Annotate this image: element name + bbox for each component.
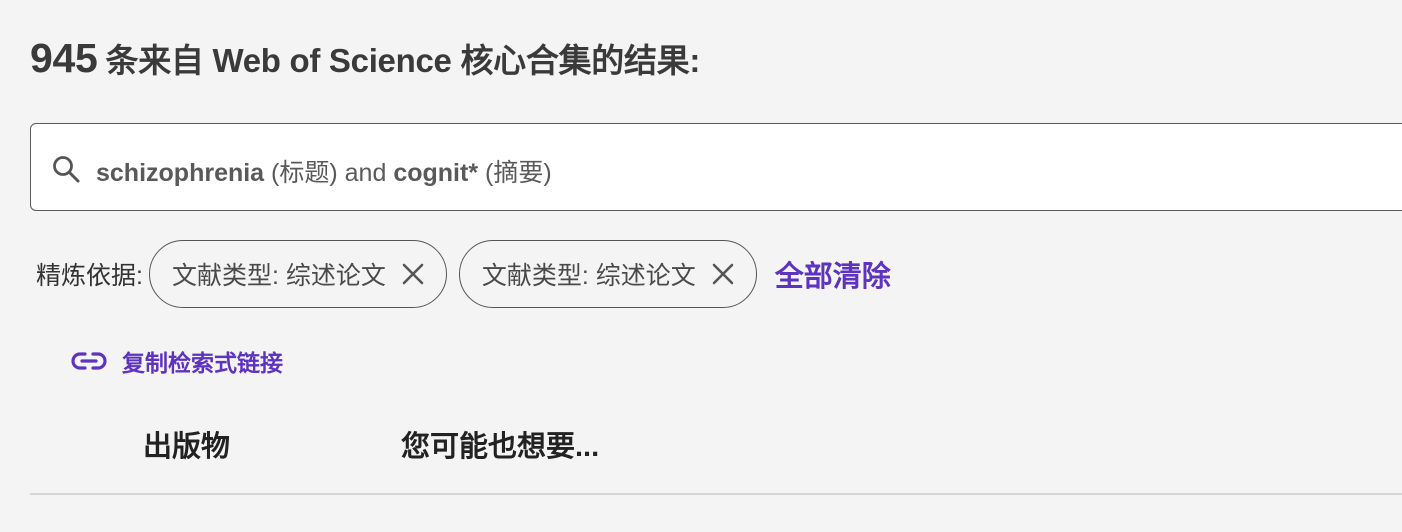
results-heading: 945 条来自 Web of Science 核心合集的结果:: [30, 34, 700, 82]
tabs-divider: [30, 493, 1402, 495]
copy-query-link-button[interactable]: 复制检索式链接: [70, 344, 283, 378]
query-term-2: cognit*: [393, 159, 479, 187]
query-field-2: (摘要): [485, 159, 552, 187]
copy-query-link-label: 复制检索式链接: [122, 350, 283, 376]
refine-row: 精炼依据: 文献类型: 综述论文 文献类型: 综述论文 全部清除: [36, 238, 891, 310]
tab-you-may-also-like[interactable]: 您可能也想要...: [401, 423, 599, 465]
filter-chip-document-type[interactable]: 文献类型: 综述论文: [148, 240, 447, 308]
filter-chip-document-type[interactable]: 文献类型: 综述论文: [458, 240, 757, 308]
search-query: schizophrenia (标题) and cognit* (摘要): [96, 153, 552, 189]
filter-chip-label: 文献类型: 综述论文: [481, 262, 696, 290]
query-field-1: (标题): [271, 159, 338, 187]
close-icon[interactable]: [712, 263, 734, 285]
search-query-box[interactable]: schizophrenia (标题) and cognit* (摘要): [30, 123, 1402, 211]
query-term-1: schizophrenia: [96, 159, 265, 187]
query-operator: and: [344, 159, 387, 187]
results-title: 条来自 Web of Science 核心合集的结果:: [105, 42, 701, 79]
tab-publications[interactable]: 出版物: [143, 423, 230, 465]
close-icon[interactable]: [402, 263, 424, 285]
filter-chip-label: 文献类型: 综述论文: [171, 262, 386, 290]
search-icon: [51, 154, 81, 184]
link-icon: [70, 349, 108, 373]
results-count: 945: [30, 35, 98, 81]
refine-label: 精炼依据:: [36, 262, 143, 290]
clear-all-button[interactable]: 全部清除: [775, 253, 891, 295]
